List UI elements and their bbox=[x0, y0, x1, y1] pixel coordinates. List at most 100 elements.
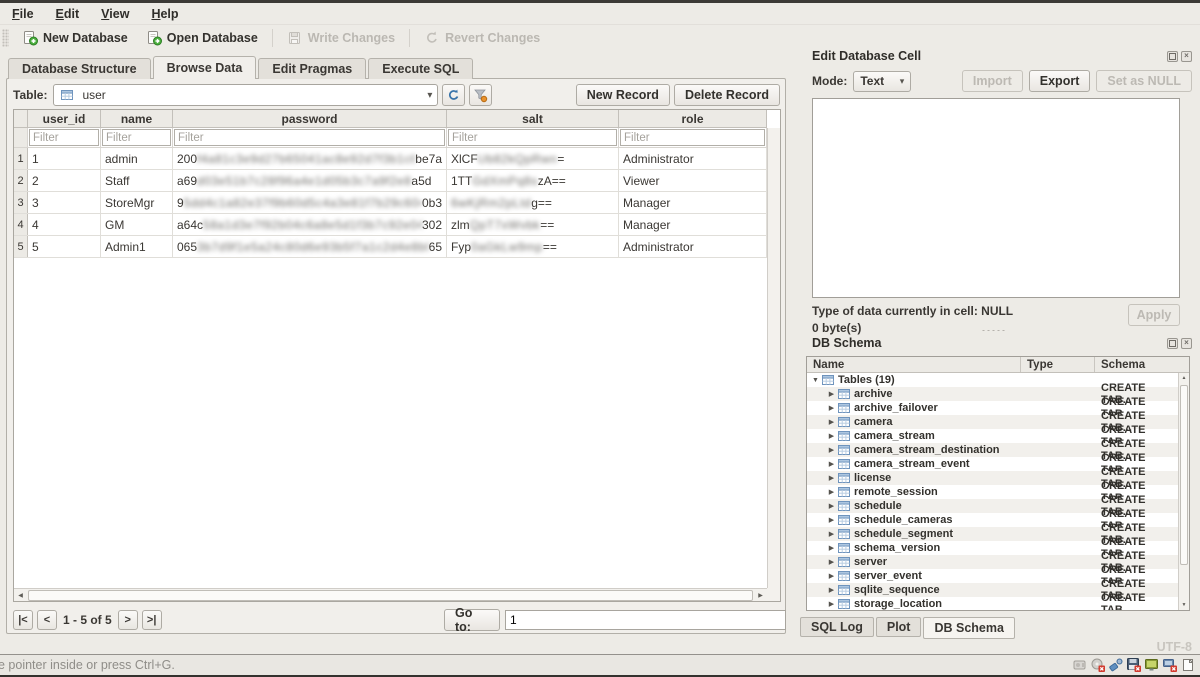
dock-float-icon[interactable] bbox=[1167, 338, 1178, 349]
column-header-password[interactable]: password bbox=[173, 110, 447, 127]
cell-salt[interactable]: XlCFUb82kQpRwn= bbox=[447, 148, 619, 169]
cell-salt[interactable]: 1TTGdXmPq8szA== bbox=[447, 170, 619, 191]
refresh-button[interactable] bbox=[442, 84, 465, 106]
cell-password[interactable]: a64c58a1d3e7f92b04c6a8e5d1f3b7c92e04a130… bbox=[173, 214, 447, 235]
cell-name[interactable]: StoreMgr bbox=[101, 192, 173, 213]
tree-column-name[interactable]: Name bbox=[807, 357, 1021, 372]
tree-column-type[interactable]: Type bbox=[1021, 357, 1095, 372]
tree-expand-icon[interactable]: ▶ bbox=[827, 558, 836, 566]
cell-password[interactable]: a69d03e51b7c28f96a4e1d05b3c7a9f2e8a5d bbox=[173, 170, 447, 191]
last-record-button[interactable]: >| bbox=[142, 610, 162, 630]
row-number-cell[interactable]: 5 bbox=[14, 236, 28, 257]
tray-network-icon[interactable] bbox=[1162, 657, 1178, 673]
column-header-name[interactable]: name bbox=[101, 110, 173, 127]
tree-expand-icon[interactable]: ▶ bbox=[827, 390, 836, 398]
cell-salt[interactable]: Fyp0aGkLw9mp== bbox=[447, 236, 619, 257]
tab-db-schema[interactable]: DB Schema bbox=[923, 617, 1014, 639]
scroll-thumb[interactable] bbox=[28, 590, 753, 601]
tray-usb-icon[interactable] bbox=[1108, 657, 1124, 673]
cell-user-id[interactable]: 3 bbox=[28, 192, 101, 213]
menu-help[interactable]: Help bbox=[151, 7, 178, 21]
clear-filters-button[interactable] bbox=[469, 84, 492, 106]
cell-name[interactable]: admin bbox=[101, 148, 173, 169]
tree-expand-icon[interactable]: ▶ bbox=[827, 488, 836, 496]
tree-expand-icon[interactable]: ▶ bbox=[827, 544, 836, 552]
tab-edit-pragmas[interactable]: Edit Pragmas bbox=[258, 58, 366, 79]
write-changes-button[interactable]: Write Changes bbox=[278, 27, 404, 49]
tab-database-structure[interactable]: Database Structure bbox=[8, 58, 151, 79]
row-number-cell[interactable]: 4 bbox=[14, 214, 28, 235]
export-button[interactable]: Export bbox=[1029, 70, 1091, 92]
tray-display-icon[interactable] bbox=[1144, 657, 1160, 673]
cell-user-id[interactable]: 4 bbox=[28, 214, 101, 235]
dock-close-icon[interactable]: × bbox=[1181, 338, 1192, 349]
delete-record-button[interactable]: Delete Record bbox=[674, 84, 780, 106]
cell-editor-textarea[interactable] bbox=[812, 98, 1180, 298]
tree-collapse-icon[interactable]: ▼ bbox=[811, 377, 820, 384]
tree-column-schema[interactable]: Schema bbox=[1095, 357, 1189, 372]
first-record-button[interactable]: |< bbox=[13, 610, 33, 630]
apply-button[interactable]: Apply bbox=[1128, 304, 1180, 326]
tree-expand-icon[interactable]: ▶ bbox=[827, 432, 836, 440]
tree-expand-icon[interactable]: ▶ bbox=[827, 404, 836, 412]
next-record-button[interactable]: > bbox=[118, 610, 138, 630]
tab-browse-data[interactable]: Browse Data bbox=[153, 56, 257, 79]
tray-save-state-icon[interactable] bbox=[1126, 657, 1142, 673]
new-database-button[interactable]: New Database bbox=[13, 27, 137, 49]
cell-password[interactable]: 200f4a81c3e9d27b65041ac8e92d7f3b1c60a5e3… bbox=[173, 148, 447, 169]
table-row[interactable]: 55Admin10653b7d9f1e5a24c80d6e93b5f7a1c2d… bbox=[14, 236, 767, 258]
tab-execute-sql[interactable]: Execute SQL bbox=[368, 58, 473, 79]
cell-password[interactable]: 0653b7d9f1e5a24c80d6e93b5f7a1c2d4e8b0f36… bbox=[173, 236, 447, 257]
cell-salt[interactable]: zlmQpT7xWvbk== bbox=[447, 214, 619, 235]
row-number-cell[interactable]: 1 bbox=[14, 148, 28, 169]
filter-input-password[interactable] bbox=[174, 129, 445, 146]
grid-vertical-scrollbar[interactable] bbox=[767, 128, 780, 588]
tree-vertical-scrollbar[interactable]: ▲ ▼ bbox=[1178, 373, 1189, 610]
cell-user-id[interactable]: 2 bbox=[28, 170, 101, 191]
table-combobox[interactable]: user ▾ bbox=[53, 84, 438, 106]
tree-expand-icon[interactable]: ▶ bbox=[827, 600, 836, 608]
column-header-role[interactable]: role bbox=[619, 110, 767, 127]
menu-edit[interactable]: Edit bbox=[56, 7, 80, 21]
cell-role[interactable]: Manager bbox=[619, 192, 767, 213]
tree-expand-icon[interactable]: ▶ bbox=[827, 530, 836, 538]
toolbar-grip[interactable] bbox=[2, 29, 9, 47]
row-number-cell[interactable]: 3 bbox=[14, 192, 28, 213]
open-database-button[interactable]: Open Database bbox=[137, 27, 267, 49]
menu-file[interactable]: File bbox=[12, 7, 34, 21]
filter-input-user-id[interactable] bbox=[29, 129, 99, 146]
cell-salt[interactable]: 6wKjRm2pLtdg== bbox=[447, 192, 619, 213]
set-as-null-button[interactable]: Set as NULL bbox=[1096, 70, 1192, 92]
table-row[interactable]: 11admin200f4a81c3e9d27b65041ac8e92d7f3b1… bbox=[14, 148, 767, 170]
dock-float-icon[interactable] bbox=[1167, 51, 1178, 62]
cell-role[interactable]: Manager bbox=[619, 214, 767, 235]
cell-name[interactable]: Admin1 bbox=[101, 236, 173, 257]
revert-changes-button[interactable]: Revert Changes bbox=[415, 27, 549, 49]
tray-harddisk-icon[interactable] bbox=[1072, 657, 1088, 673]
tab-sql-log[interactable]: SQL Log bbox=[800, 617, 874, 637]
filter-input-role[interactable] bbox=[620, 129, 765, 146]
tray-shared-clipboard-icon[interactable] bbox=[1180, 657, 1196, 673]
prev-record-button[interactable]: < bbox=[37, 610, 57, 630]
tree-expand-icon[interactable]: ▶ bbox=[827, 446, 836, 454]
tree-expand-icon[interactable]: ▶ bbox=[827, 572, 836, 580]
tree-expand-icon[interactable]: ▶ bbox=[827, 586, 836, 594]
cell-role[interactable]: Administrator bbox=[619, 148, 767, 169]
filter-input-salt[interactable] bbox=[448, 129, 617, 146]
tray-optical-drive-icon[interactable] bbox=[1090, 657, 1106, 673]
new-record-button[interactable]: New Record bbox=[576, 84, 670, 106]
column-header-user-id[interactable]: user_id bbox=[28, 110, 101, 127]
scroll-down-icon[interactable]: ▼ bbox=[1179, 600, 1189, 610]
dock-close-icon[interactable]: × bbox=[1181, 51, 1192, 62]
grid-horizontal-scrollbar[interactable]: ◀ ▶ bbox=[14, 588, 767, 601]
scroll-right-icon[interactable]: ▶ bbox=[754, 589, 767, 601]
cell-role[interactable]: Viewer bbox=[619, 170, 767, 191]
table-row[interactable]: 44GMa64c58a1d3e7f92b04c6a8e5d1f3b7c92e04… bbox=[14, 214, 767, 236]
mode-combobox[interactable]: Text ▾ bbox=[853, 71, 911, 92]
column-header-salt[interactable]: salt bbox=[447, 110, 619, 127]
scroll-up-icon[interactable]: ▲ bbox=[1179, 373, 1189, 383]
menu-view[interactable]: View bbox=[101, 7, 129, 21]
tree-expand-icon[interactable]: ▶ bbox=[827, 516, 836, 524]
row-number-cell[interactable]: 2 bbox=[14, 170, 28, 191]
tree-expand-icon[interactable]: ▶ bbox=[827, 418, 836, 426]
